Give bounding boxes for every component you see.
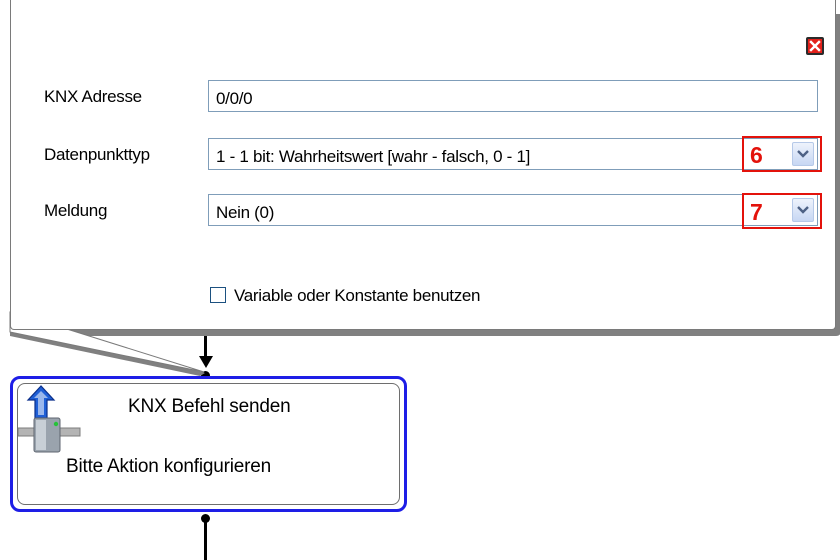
- variable-checkbox-label[interactable]: Variable oder Konstante benutzen: [234, 286, 481, 306]
- message-label: Meldung: [44, 201, 108, 220]
- annotation-marker-6: 6: [742, 136, 822, 172]
- annotation-marker-7-number: 7: [750, 199, 763, 225]
- close-icon: [809, 40, 821, 52]
- node-subtitle: Bitte Aktion konfigurieren: [66, 456, 271, 477]
- datapoint-type-value: 1 - 1 bit: Wahrheitswert [wahr - falsch,…: [216, 147, 531, 166]
- datapoint-type-select[interactable]: 1 - 1 bit: Wahrheitswert [wahr - falsch,…: [208, 138, 818, 170]
- knx-address-value: 0/0/0: [216, 89, 253, 108]
- knx-send-icon: [18, 385, 81, 453]
- connector-line-bottom: [204, 518, 207, 560]
- annotation-marker-7: 7: [742, 193, 822, 229]
- node-title: KNX Befehl senden: [128, 396, 291, 417]
- knx-address-input[interactable]: 0/0/0: [208, 80, 818, 112]
- knx-address-label: KNX Adresse: [44, 87, 142, 106]
- variable-checkbox[interactable]: [210, 287, 226, 303]
- datapoint-type-label: Datenpunkttyp: [44, 145, 150, 164]
- message-value: Nein (0): [216, 203, 275, 222]
- message-select[interactable]: Nein (0): [208, 194, 818, 226]
- annotation-marker-6-number: 6: [750, 142, 763, 168]
- close-button[interactable]: [806, 37, 824, 55]
